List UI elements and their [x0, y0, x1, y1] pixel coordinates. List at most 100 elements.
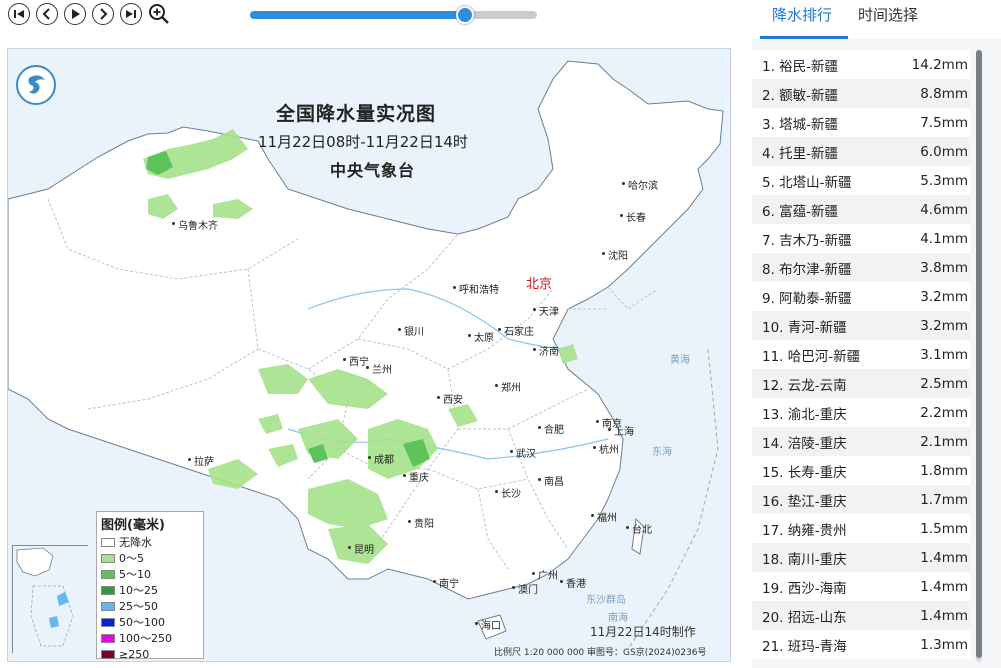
- previous-frame-button[interactable]: [36, 3, 58, 25]
- chevron-left-icon: [42, 8, 50, 20]
- ranking-row[interactable]: 17. 纳雍-贵州 1.5mm: [752, 514, 970, 543]
- tab-precipitation-ranking[interactable]: 降水排行: [772, 4, 832, 25]
- precipitation-map[interactable]: 全国降水量实况图 11月22日08时-11月22日14时 中央气象台 北京 哈尔…: [7, 48, 731, 662]
- ranking-value: 1.4mm: [920, 607, 968, 624]
- ranking-row[interactable]: 14. 涪陵-重庆 2.1mm: [752, 427, 970, 456]
- app-root: 全国降水量实况图 11月22日08时-11月22日14时 中央气象台 北京 哈尔…: [0, 0, 1001, 668]
- legend-label: ≥250: [119, 647, 150, 661]
- city-label: 香港: [560, 575, 586, 590]
- city-label: 银川: [398, 323, 424, 338]
- ranking-row[interactable]: 15. 长寿-重庆 1.8mm: [752, 456, 970, 485]
- skip-last-icon: [126, 10, 136, 18]
- capital-label: 北京: [526, 277, 553, 292]
- legend-row: 10～25: [101, 582, 199, 598]
- cma-logo: [16, 65, 56, 105]
- legend-row: 100～250: [101, 630, 199, 646]
- ranking-row[interactable]: 1. 裕民-新疆 14.2mm: [752, 50, 970, 79]
- south-china-sea-inset: [12, 545, 89, 654]
- legend-label: 0～5: [119, 552, 144, 565]
- ranking-row[interactable]: 6. 富蕴-新疆 4.6mm: [752, 195, 970, 224]
- city-label: 合肥: [538, 421, 564, 436]
- ranking-station: 15. 长寿-重庆: [762, 464, 847, 481]
- map-footnote: 比例尺 1:20 000 000 审图号：GS京(2024)0236号: [494, 648, 707, 658]
- ranking-station: 20. 招远-山东: [762, 609, 847, 626]
- ranking-value: 2.5mm: [920, 375, 968, 392]
- ranking-row[interactable]: 4. 托里-新疆 6.0mm: [752, 137, 970, 166]
- ranking-station: 9. 阿勒泰-新疆: [762, 290, 852, 307]
- city-label: 长沙: [495, 485, 521, 500]
- ranking-row[interactable]: 16. 垫江-重庆 1.7mm: [752, 485, 970, 514]
- legend-row: ≥250: [101, 646, 199, 661]
- ranking-row[interactable]: 5. 北塔山-新疆 5.3mm: [752, 166, 970, 195]
- city-label: 兰州: [366, 361, 392, 376]
- legend-swatch: [101, 601, 115, 611]
- city-label: 广州: [532, 567, 558, 582]
- city-label: 杭州: [593, 441, 619, 456]
- tab-time-selection[interactable]: 时间选择: [858, 4, 918, 25]
- ranking-row[interactable]: 21. 班玛-青海 1.3mm: [752, 630, 970, 659]
- ranking-value: 7.5mm: [920, 114, 968, 131]
- first-frame-button[interactable]: [8, 3, 30, 25]
- legend-swatch: [101, 553, 115, 563]
- next-frame-button[interactable]: [92, 3, 114, 25]
- city-label: 贵阳: [408, 515, 434, 530]
- ranking-row[interactable]: 7. 吉木乃-新疆 4.1mm: [752, 224, 970, 253]
- ranking-row[interactable]: 13. 渝北-重庆 2.2mm: [752, 398, 970, 427]
- ranking-row[interactable]: 12. 云龙-云南 2.5mm: [752, 369, 970, 398]
- city-label: 澳门: [512, 581, 538, 596]
- last-frame-button[interactable]: [120, 3, 142, 25]
- city-label: 哈尔滨: [622, 177, 658, 192]
- ranking-station: 11. 哈巴河-新疆: [762, 348, 861, 365]
- legend-row: 5～10: [101, 566, 199, 582]
- ranking-station: 14. 涪陵-重庆: [762, 435, 847, 452]
- ranking-row[interactable]: 2. 额敏-新疆 8.8mm: [752, 79, 970, 108]
- legend-swatch: [101, 649, 115, 659]
- ranking-row[interactable]: 19. 西沙-海南 1.4mm: [752, 572, 970, 601]
- ranking-station: 4. 托里-新疆: [762, 145, 839, 162]
- legend-label: 无降水: [119, 536, 152, 549]
- ranking-row[interactable]: 20. 招远-山东 1.4mm: [752, 601, 970, 630]
- sea-label: 东海: [652, 447, 672, 458]
- ranking-station: 5. 北塔山-新疆: [762, 174, 852, 191]
- ranking-scrollbar[interactable]: [976, 50, 982, 662]
- city-label: 乌鲁木齐: [172, 217, 218, 232]
- legend-swatch: [101, 585, 115, 595]
- ranking-row[interactable]: 3. 塔城-新疆 7.5mm: [752, 108, 970, 137]
- ranking-row[interactable]: 11. 哈巴河-新疆 3.1mm: [752, 340, 970, 369]
- city-label: 海口: [475, 617, 501, 632]
- map-issuer: 中央气象台: [330, 161, 416, 180]
- time-slider-fill: [250, 11, 466, 19]
- legend-swatch: [101, 569, 115, 579]
- sea-label: 黄海: [670, 355, 690, 366]
- zoom-in-button[interactable]: [148, 3, 170, 25]
- city-label: 重庆: [403, 469, 429, 484]
- ranking-row[interactable]: 8. 布尔津-新疆 3.8mm: [752, 253, 970, 282]
- ranking-station: 10. 青河-新疆: [762, 319, 847, 336]
- map-subtitle: 11月22日08时-11月22日14时: [258, 133, 468, 151]
- ranking-value: 1.4mm: [920, 578, 968, 595]
- skip-first-icon: [14, 10, 24, 18]
- ranking-station: 16. 垫江-重庆: [762, 493, 847, 510]
- ranking-station: 17. 纳雍-贵州: [762, 522, 847, 539]
- ranking-station: 19. 西沙-海南: [762, 580, 847, 597]
- play-icon: [72, 9, 80, 19]
- time-slider[interactable]: [250, 6, 537, 24]
- sea-label: 南海: [608, 613, 628, 624]
- ranking-value: 5.3mm: [920, 172, 968, 189]
- made-time: 11月22日14时制作: [590, 625, 696, 639]
- ranking-row[interactable]: 18. 南川-重庆 1.4mm: [752, 543, 970, 572]
- play-button[interactable]: [64, 3, 86, 25]
- ranking-row[interactable]: 10. 青河-新疆 3.2mm: [752, 311, 970, 340]
- city-label: 台北: [626, 521, 652, 536]
- time-slider-handle[interactable]: [456, 6, 475, 24]
- map-title: 全国降水量实况图: [276, 103, 437, 125]
- legend-label: 50～100: [119, 616, 165, 629]
- ranking-value: 3.2mm: [920, 317, 968, 334]
- ranking-row[interactable]: 9. 阿勒泰-新疆 3.2mm: [752, 282, 970, 311]
- city-label: 石家庄: [498, 323, 534, 338]
- ranking-value: 4.1mm: [920, 230, 968, 247]
- inset-map-graphic: [13, 546, 89, 654]
- ranking-station: 12. 云龙-云南: [762, 377, 847, 394]
- ranking-scroll-thumb[interactable]: [976, 50, 982, 658]
- city-label: 济南: [533, 343, 559, 358]
